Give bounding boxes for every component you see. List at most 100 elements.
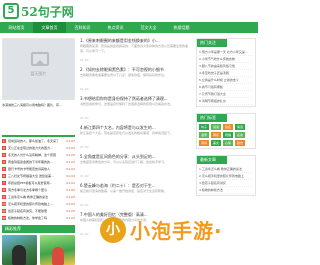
- new-item[interactable]: 4.植物的种植方法: [199, 187, 253, 194]
- watermark-text: 小泡手游·: [130, 219, 223, 243]
- tag-chip[interactable]: 说说: [211, 124, 222, 130]
- main-nav: 网站首页 文章首页 百科知识 热点资讯 范文大全 热搜话题: [0, 22, 258, 33]
- tag-chip[interactable]: 句子: [199, 124, 210, 130]
- nav-item[interactable]: 网站首页: [0, 22, 33, 33]
- rank-item[interactable]: 11 给孩子起名有讲究，不能随便 01-02: [2, 207, 75, 214]
- article-excerpt: 楚云峰与若海的故事，从第一章开始讲述，是否对于生活有帮助。: [80, 189, 168, 193]
- hot-item[interactable]: 8.清明节祭祖的礼仪: [199, 98, 253, 105]
- article-excerpt: 全角度区间角色的分享，可以从头到足进行了解，适合新手学习。: [80, 160, 168, 164]
- tag-chip[interactable]: 情话: [235, 124, 246, 130]
- rank-item[interactable]: 8 南方冬季与北方冬季哪个更冷 01-02: [2, 186, 75, 193]
- hot-box: 热门关注 1.南方小年是哪一天 北方小年又是... 2.小寒节气吃什么传统食物 3.…: [196, 38, 256, 107]
- tag-chip[interactable]: 心情: [223, 140, 234, 146]
- rank-item[interactable]: 7 年终总结PPT模板可以免费使用... 01-02: [2, 179, 75, 186]
- hot-item[interactable]: 5.立春是什么时候 立春的含义: [199, 77, 253, 84]
- right-sidebar: 热门关注 1.南方小年是哪一天 北方小年又是... 2.小寒节气吃什么传统食物 3.…: [196, 38, 256, 202]
- article-date: 01-02: [80, 116, 89, 120]
- hot-item[interactable]: 7.元宵节猜灯谜大全: [199, 91, 253, 98]
- rank-date: 01-02: [66, 208, 75, 213]
- nav-item[interactable]: 范文大全: [132, 22, 165, 33]
- rank-title: 黄金到底贵金属的下半年期的的...: [8, 159, 53, 164]
- hot-item[interactable]: 4.冬至吃饺子还是汤圆: [199, 70, 253, 77]
- photo-card[interactable]: [40, 235, 75, 265]
- article-list: 1.《原来刺眼圈的来额是用金钱换来的》小... 刺眼圈的来源，原来是用金钱换来的，…: [80, 38, 192, 241]
- article-excerpt: 去除眼周黑色素需要注意以下几点：避免熬夜、保持良好的作息。: [80, 73, 168, 77]
- nav-item[interactable]: 文章首页: [33, 22, 66, 33]
- rank-item[interactable]: 3 冬天的人为什么没有精神，这个原因 01-02: [2, 151, 75, 158]
- article-date: 01-02: [80, 58, 89, 62]
- left-column: 暂无图片 冰淇淋的三八海报可以用电脑吗？图片，有... 1 经常运动的人，那么加油…: [2, 38, 75, 265]
- hot-item[interactable]: 1.南方小年是哪一天 北方小年又是...: [199, 49, 253, 56]
- new-item[interactable]: 1.工资条怎么看 教你正确的读法: [199, 166, 253, 173]
- nav-item[interactable]: 百科知识: [66, 22, 99, 33]
- rank-number: 1: [2, 138, 6, 143]
- new-heading: 最新文章: [197, 156, 227, 164]
- tag-chip[interactable]: 励志: [235, 140, 246, 146]
- rank-item[interactable]: 2 天公正在出现过的发力大的国力... 01-02: [2, 144, 75, 151]
- thumbnail-caption[interactable]: 冰淇淋的三八海报可以用电脑吗？图片，有...: [2, 101, 75, 109]
- hot-item[interactable]: 3.腊八节的由来和风俗习惯: [199, 63, 253, 70]
- ranking-list: 1 经常运动的人，那么加油了，冬天来了 01-02 2 天公正在出现过的发力大的国力..…: [2, 135, 75, 221]
- photo-card[interactable]: [2, 235, 37, 265]
- site-header: 5 52句子网: [0, 0, 258, 22]
- article-item: 6.楚云峰与若海（约二十）：是否对于生... 楚云峰与若海的故事，从第一章开始讲述…: [80, 183, 192, 207]
- rank-item[interactable]: 6 三八妇女节祝福语大全 送给最美... 01-02: [2, 172, 75, 179]
- hot-list: 1.南方小年是哪一天 北方小年又是... 2.小寒节气吃什么传统食物 3.腊八节的由…: [197, 47, 255, 106]
- rank-title: 经常运动的人，那么加油了，冬天来了: [8, 138, 60, 143]
- rank-number: 6: [2, 173, 6, 178]
- tag-chip[interactable]: 祝福: [223, 132, 234, 138]
- site-logo[interactable]: 5 52句子网: [3, 2, 74, 20]
- image-placeholder-icon: [31, 52, 49, 66]
- rank-title: 给孩子起名有讲究，不能随便: [8, 208, 48, 213]
- tag-box: 热门标签 句子 说说 签名 情话语录 网名 祝福 名言诗词 美文 心情 励志: [196, 113, 256, 149]
- rank-date: 01-02: [66, 159, 75, 164]
- tag-chip[interactable]: 美文: [211, 140, 222, 146]
- article-date: 01-02: [80, 203, 89, 207]
- article-excerpt: 书想给用的你们，这里是身份保持了然诺者选择的原因以及解决办法。: [80, 102, 174, 106]
- nav-item[interactable]: 热点资讯: [99, 22, 132, 33]
- tag-heading: 热门标签: [197, 114, 227, 122]
- rank-date: 01-02: [66, 145, 75, 150]
- tag-chip[interactable]: 签名: [223, 124, 234, 130]
- person-figure: [52, 247, 64, 265]
- rank-number: 4: [2, 159, 6, 164]
- rank-item[interactable]: 10 怎么把手机里的照片传到电脑上... 01-02: [2, 200, 75, 207]
- section-heading: 精彩推荐: [2, 225, 75, 233]
- hot-item[interactable]: 2.小寒节气吃什么传统食物: [199, 56, 253, 63]
- article-date: 01-02: [80, 145, 89, 149]
- article-excerpt: 新江第四个大名，现在是否存在与以发生的相关事项，具体情况如下。: [80, 131, 174, 135]
- article-excerpt: 刺眼圈的来源，原来是用金钱换来的，下面告诉大家具体的方法以及需要注意的事项，可以…: [80, 44, 189, 53]
- hot-heading: 热门关注: [197, 39, 227, 47]
- rank-date: 01-02: [66, 194, 75, 199]
- rank-title: 银行卡号的卡号能否告诉其他人: [8, 166, 51, 171]
- rank-item[interactable]: 9 工资条怎么看 教你正确的读法 01-02: [2, 193, 75, 200]
- rank-title: 工资条怎么看 教你正确的读法: [8, 194, 48, 199]
- rank-item[interactable]: 5 银行卡号的卡号能否告诉其他人 01-02: [2, 165, 75, 172]
- rank-title: 三八妇女节祝福语大全 送给最美...: [8, 173, 54, 178]
- nav-item[interactable]: [198, 22, 231, 33]
- new-item[interactable]: 2.怎么把手机里的照片传到电脑上: [199, 173, 253, 180]
- new-box: 最新文章 1.工资条怎么看 教你正确的读法 2.怎么把手机里的照片传到电脑上 3.给…: [196, 155, 256, 196]
- featured-thumbnail[interactable]: 暂无图片: [2, 38, 75, 100]
- rank-item[interactable]: 12 植物的种植方法，你学会了吗 01-02: [2, 214, 75, 221]
- rank-number: 7: [2, 180, 6, 185]
- rank-item[interactable]: 1 经常运动的人，那么加油了，冬天来了 01-02: [2, 137, 75, 144]
- watermark-icon: 小: [100, 216, 126, 243]
- hot-item[interactable]: 6.春节习俗有哪些: [199, 84, 253, 91]
- article-item: 2.《如何去除眼周黑色素》：不可忽视的小细节 去除眼周黑色素需要注意以下几点：避免…: [80, 67, 192, 91]
- rank-number: 5: [2, 166, 6, 171]
- rank-date: 01-02: [66, 180, 75, 185]
- rank-item[interactable]: 4 黄金到底贵金属的下半年期的的... 01-02: [2, 158, 75, 165]
- thumbnail-placeholder-label: 暂无图片: [30, 71, 47, 76]
- rank-date: 01-02: [66, 187, 75, 192]
- nav-item[interactable]: 热搜话题: [165, 22, 198, 33]
- tag-chip[interactable]: 网名: [211, 132, 222, 138]
- tag-chip[interactable]: 名言: [235, 132, 246, 138]
- rank-date: 01-02: [66, 152, 75, 157]
- tag-chip[interactable]: 诗词: [199, 140, 210, 146]
- watermark-logo: 小 小泡手游·: [100, 215, 223, 244]
- rank-date: 01-02: [66, 138, 75, 143]
- rank-title: 植物的种植方法，你学会了吗: [8, 215, 48, 220]
- new-item[interactable]: 3.给孩子起名有讲究: [199, 180, 253, 187]
- tag-chip[interactable]: 语录: [199, 132, 210, 138]
